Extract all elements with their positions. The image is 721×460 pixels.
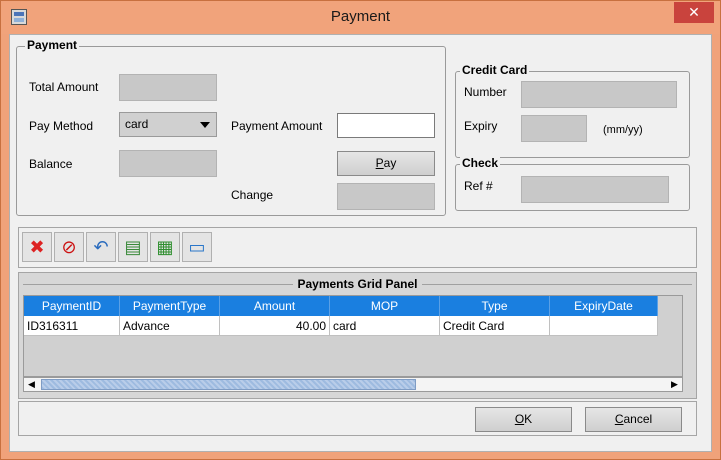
- grid-title: Payments Grid Panel: [19, 277, 696, 291]
- credit-card-group-legend: Credit Card: [460, 63, 530, 77]
- card-number-label: Number: [464, 85, 507, 99]
- scroll-left-icon[interactable]: ◀: [25, 379, 38, 390]
- expiry-format-hint: (mm/yy): [603, 124, 643, 136]
- card-icon[interactable]: ▭: [182, 232, 212, 262]
- column-header[interactable]: Type: [440, 296, 550, 316]
- print-icon[interactable]: ▤: [118, 232, 148, 262]
- balance-field: [119, 150, 217, 177]
- expiry-field[interactable]: [521, 115, 587, 142]
- change-field: [337, 183, 435, 210]
- change-label: Change: [231, 188, 274, 202]
- cancel-button[interactable]: Cancel: [585, 407, 682, 432]
- payment-group: Payment Total Amount Pay Method card Bal…: [16, 38, 446, 216]
- total-amount-field: [119, 74, 217, 101]
- ref-number-field[interactable]: [521, 176, 669, 203]
- column-header[interactable]: ExpiryDate: [550, 296, 658, 316]
- pay-method-value: card: [125, 117, 149, 131]
- column-header[interactable]: Amount: [220, 296, 330, 316]
- chevron-down-icon: [200, 122, 210, 128]
- table-cell[interactable]: Credit Card: [440, 316, 550, 336]
- payment-amount-input[interactable]: [337, 113, 435, 138]
- table-cell[interactable]: card: [330, 316, 440, 336]
- horizontal-scrollbar[interactable]: ◀ ▶: [23, 377, 683, 392]
- column-header[interactable]: PaymentID: [24, 296, 120, 316]
- window-content: Payment Total Amount Pay Method card Bal…: [9, 34, 712, 452]
- button-bar: OK Cancel: [18, 401, 697, 436]
- column-header[interactable]: PaymentType: [120, 296, 220, 316]
- table-row[interactable]: ID316311 Advance 40.00 card Credit Card: [24, 316, 658, 336]
- table-header: PaymentID PaymentType Amount MOP Type Ex…: [24, 296, 658, 316]
- pay-method-label: Pay Method: [29, 119, 94, 133]
- toolbar: ✖ ⊘ ↶ ▤ ▦ ▭: [18, 227, 697, 268]
- cancel-icon[interactable]: ⊘: [54, 232, 84, 262]
- column-header[interactable]: MOP: [330, 296, 440, 316]
- table-cell[interactable]: Advance: [120, 316, 220, 336]
- undo-icon[interactable]: ↶: [86, 232, 116, 262]
- ref-number-label: Ref #: [464, 179, 493, 193]
- grid-title-text: Payments Grid Panel: [293, 277, 422, 291]
- payments-table[interactable]: PaymentID PaymentType Amount MOP Type Ex…: [23, 295, 683, 377]
- credit-card-group: Credit Card Number Expiry (mm/yy): [455, 63, 690, 158]
- check-group: Check Ref #: [455, 156, 690, 211]
- check-group-legend: Check: [460, 156, 501, 170]
- delete-x-icon[interactable]: ✖: [22, 232, 52, 262]
- ok-button[interactable]: OK: [475, 407, 572, 432]
- payments-grid-panel: Payments Grid Panel PaymentID PaymentTyp…: [18, 272, 697, 399]
- table-cell[interactable]: ID316311: [24, 316, 120, 336]
- expiry-label: Expiry: [464, 119, 498, 133]
- window-title: Payment: [330, 8, 391, 25]
- close-icon: ✕: [688, 4, 700, 20]
- balance-label: Balance: [29, 157, 73, 171]
- table-cell[interactable]: 40.00: [220, 316, 330, 336]
- total-amount-label: Total Amount: [29, 80, 99, 94]
- payment-amount-label: Payment Amount: [231, 119, 323, 133]
- payment-group-legend: Payment: [25, 38, 80, 52]
- pay-button[interactable]: Pay: [337, 151, 435, 176]
- scrollbar-thumb[interactable]: [41, 379, 416, 390]
- payment-window: Payment ✕ Payment Total Amount Pay Metho…: [0, 0, 721, 460]
- scroll-right-icon[interactable]: ▶: [668, 379, 681, 390]
- save-icon[interactable]: ▦: [150, 232, 180, 262]
- table-cell[interactable]: [550, 316, 658, 336]
- title-bar[interactable]: Payment ✕: [1, 1, 720, 34]
- card-number-field[interactable]: [521, 81, 677, 108]
- pay-method-select[interactable]: card: [119, 112, 217, 137]
- close-button[interactable]: ✕: [674, 2, 714, 23]
